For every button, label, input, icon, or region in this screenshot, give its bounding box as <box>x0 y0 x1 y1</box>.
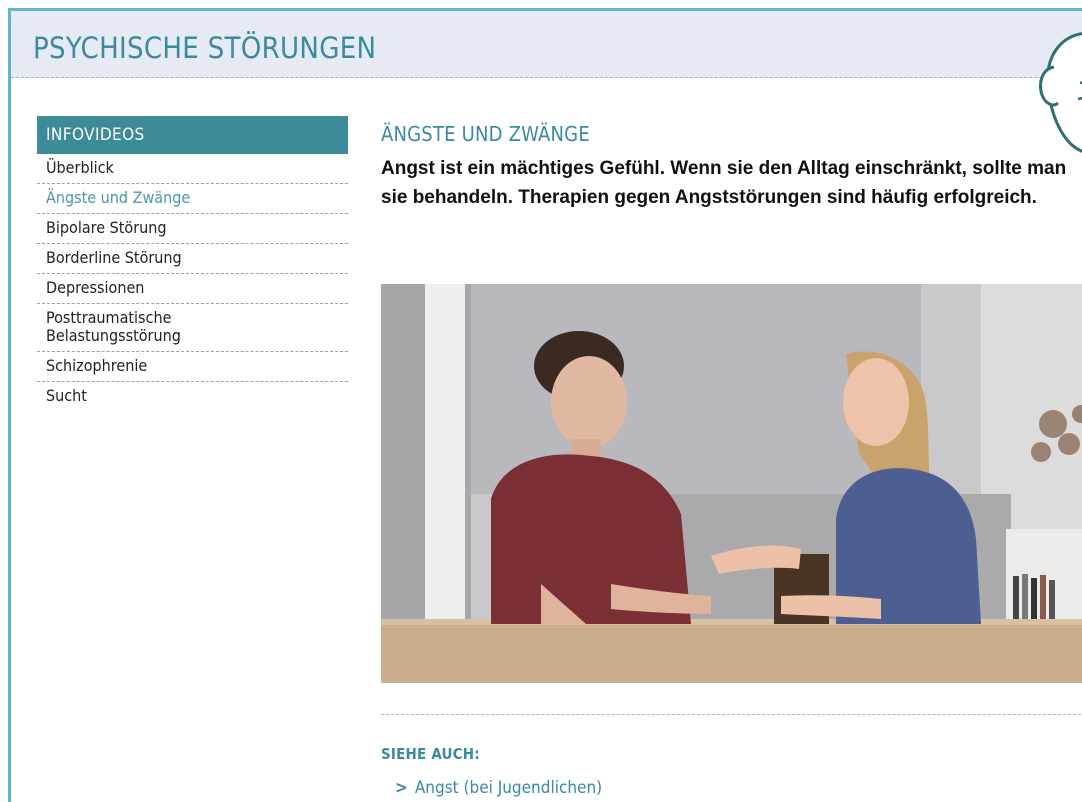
sidebar-list: Überblick Ängste und Zwänge Bipolare Stö… <box>37 154 348 411</box>
sidebar-item-bipolare-stoerung[interactable]: Bipolare Störung <box>37 214 348 244</box>
sidebar-item-label: Posttraumatische <box>46 308 172 327</box>
see-also-heading: SIEHE AUCH: <box>381 745 480 763</box>
sidebar: INFOVIDEOS Überblick Ängste und Zwänge B… <box>37 116 348 411</box>
sidebar-item-ueberblick[interactable]: Überblick <box>37 154 348 184</box>
article-lead: Angst ist ein mächtiges Gefühl. Wenn sie… <box>381 158 1067 208</box>
main-content: ÄNGSTE UND ZWÄNGE Angst ist ein mächtige… <box>381 122 1082 798</box>
video-player[interactable] <box>381 284 1082 683</box>
see-also-link-angst[interactable]: > Angst (bei Jugendlichen) <box>395 778 602 798</box>
sidebar-item-borderline-stoerung[interactable]: Borderline Störung <box>37 244 348 274</box>
sidebar-item-posttraumatische-belastungsstoerung[interactable]: Posttraumatische Belastungsstörung <box>37 304 348 352</box>
section-divider <box>381 714 1082 715</box>
page-header: PSYCHISCHE STÖRUNGEN <box>11 11 1082 153</box>
sidebar-item-sucht[interactable]: Sucht <box>37 382 348 411</box>
page-title: PSYCHISCHE STÖRUNGEN <box>33 31 377 65</box>
video-thumbnail <box>381 284 1082 683</box>
article-title: ÄNGSTE UND ZWÄNGE <box>381 122 590 146</box>
page-frame: PSYCHISCHE STÖRUNGEN INFOVIDEOS Überblic… <box>8 8 1082 802</box>
sidebar-item-aengste-und-zwaenge[interactable]: Ängste und Zwänge <box>37 184 348 214</box>
sidebar-item-schizophrenie[interactable]: Schizophrenie <box>37 352 348 382</box>
sidebar-item-label-line2: Belastungsstörung <box>46 326 181 345</box>
chevron-right-icon: > <box>395 778 408 798</box>
sidebar-heading: INFOVIDEOS <box>37 116 348 154</box>
sidebar-item-depressionen[interactable]: Depressionen <box>37 274 348 304</box>
see-also-link-label: Angst (bei Jugendlichen) <box>414 778 603 798</box>
